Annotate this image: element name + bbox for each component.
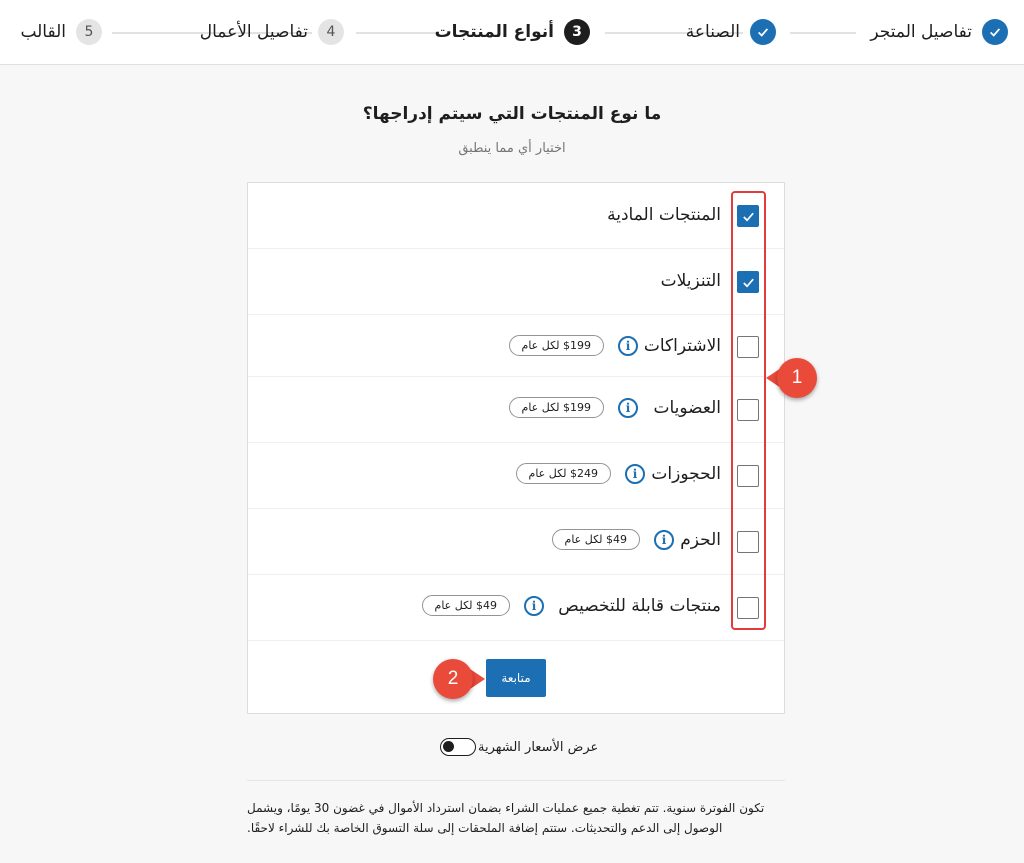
option-label: الاشتراكات	[643, 336, 721, 356]
step-industry[interactable]: الصناعة	[686, 18, 776, 46]
step-business-details[interactable]: 4 تفاصيل الأعمال	[200, 18, 344, 46]
option-customizable-products[interactable]: منتجات قابلة للتخصيص i $49 لكل عام	[248, 575, 784, 641]
step-label: القالب	[20, 22, 66, 42]
step-label: تفاصيل الأعمال	[199, 22, 308, 42]
step-number: 5	[76, 19, 102, 45]
option-meta: i $249 لكل عام	[515, 463, 645, 484]
info-icon[interactable]: i	[654, 529, 674, 550]
monthly-prices-toggle[interactable]	[440, 738, 476, 756]
option-label: منتجات قابلة للتخصيص	[558, 596, 721, 616]
step-number: 4	[318, 19, 344, 45]
option-label: الحجوزات	[651, 464, 721, 484]
option-meta: i $49 لكل عام	[421, 595, 544, 616]
price-badge: $199 لكل عام	[508, 397, 604, 418]
info-icon[interactable]: i	[618, 335, 638, 356]
price-badge: $199 لكل عام	[508, 335, 604, 356]
toggle-knob	[443, 741, 454, 752]
option-meta: i $199 لكل عام	[508, 397, 638, 418]
step-number: 3	[564, 19, 590, 45]
option-label: التنزيلات	[660, 271, 721, 291]
option-meta: i $49 لكل عام	[551, 529, 674, 550]
setup-stepper: تفاصيل المتجر الصناعة 3 أنواع المنتجات 4…	[0, 0, 1024, 65]
price-badge: $49 لكل عام	[421, 595, 510, 616]
option-memberships[interactable]: العضويات i $199 لكل عام	[248, 377, 784, 443]
billing-footnote: تكون الفوترة سنوية. تتم تغطية جميع عمليا…	[247, 801, 765, 835]
step-label: الصناعة	[685, 22, 740, 42]
checkmark-icon	[750, 19, 776, 45]
step-product-types[interactable]: 3 أنواع المنتجات	[435, 18, 590, 46]
option-downloads[interactable]: التنزيلات	[248, 249, 784, 315]
monthly-prices-toggle-row[interactable]: عرض الأسعار الشهرية	[440, 736, 598, 758]
toggle-label: عرض الأسعار الشهرية	[478, 739, 599, 755]
option-label: المنتجات المادية	[607, 205, 721, 225]
page-title: ما نوع المنتجات التي سيتم إدراجها؟	[362, 104, 662, 124]
option-physical-products[interactable]: المنتجات المادية	[248, 183, 784, 249]
price-badge: $249 لكل عام	[515, 463, 611, 484]
checkbox-highlight-box	[731, 191, 766, 630]
stepper-connector	[356, 32, 436, 34]
step-label: أنواع المنتجات	[434, 22, 554, 42]
step-store-details[interactable]: تفاصيل المتجر	[870, 18, 1008, 46]
product-types-card: المنتجات المادية التنزيلات الاشتراكات i …	[247, 182, 785, 714]
price-badge: $49 لكل عام	[551, 529, 640, 550]
continue-button[interactable]: متابعة	[486, 659, 546, 697]
info-icon[interactable]: i	[618, 397, 638, 418]
option-label: العضويات	[653, 398, 721, 418]
info-icon[interactable]: i	[625, 463, 645, 484]
option-subscriptions[interactable]: الاشتراكات i $199 لكل عام	[248, 315, 784, 377]
option-bundles[interactable]: الحزم i $49 لكل عام	[248, 509, 784, 575]
annotation-badge-1: 1	[777, 358, 817, 398]
option-label: الحزم	[680, 530, 721, 550]
step-label: تفاصيل المتجر	[870, 22, 972, 42]
annotation-badge-2: 2	[433, 659, 473, 699]
page-subtitle: اختيار أي مما ينطبق	[458, 141, 566, 156]
option-bookings[interactable]: الحجوزات i $249 لكل عام	[248, 443, 784, 509]
stepper-connector	[790, 32, 856, 34]
option-meta: i $199 لكل عام	[508, 335, 638, 356]
info-icon[interactable]: i	[524, 595, 544, 616]
divider	[247, 780, 785, 781]
checkmark-icon	[982, 19, 1008, 45]
step-theme[interactable]: 5 القالب	[20, 18, 102, 46]
